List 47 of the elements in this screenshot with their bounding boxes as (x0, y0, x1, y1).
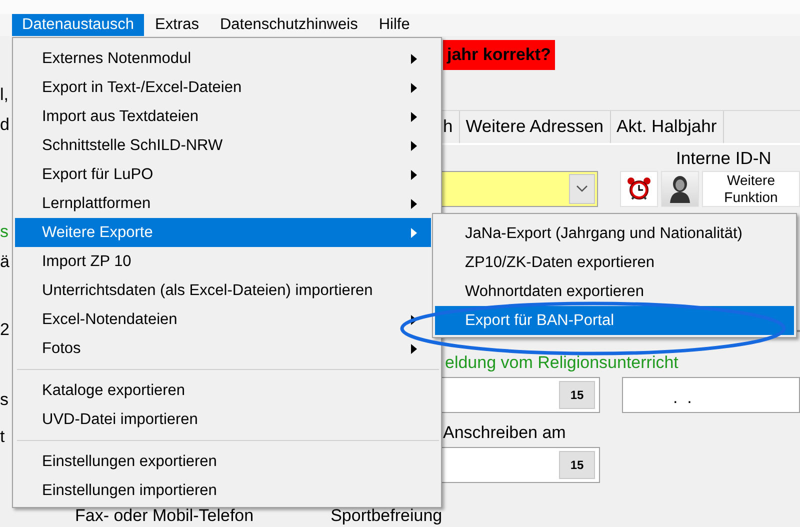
label-fragment: ä (0, 252, 10, 272)
label-fragment: s (0, 390, 10, 410)
menu-item[interactable]: Export für LuPO (15, 160, 431, 189)
letter-label: Anschreiben am (443, 423, 567, 444)
menu-item[interactable]: Import ZP 10 (15, 247, 431, 276)
person-button[interactable] (661, 171, 699, 207)
tab[interactable]: Weitere Adressen (460, 111, 611, 143)
phone-label: Fax- oder Mobil-Telefon (75, 506, 254, 527)
menu-item[interactable]: Einstellungen importieren (15, 476, 431, 505)
menu-item[interactable]: Schnittstelle SchILD-NRW (15, 131, 431, 160)
menu-item[interactable]: Export in Text-/Excel-Dateien (15, 73, 431, 102)
functions-button[interactable]: Weitere Funktion (702, 171, 800, 207)
label-fragment: t (0, 427, 6, 447)
menu-item[interactable]: Externes Notenmodul (15, 44, 431, 73)
menu-item[interactable]: Unterrichtsdaten (als Excel-Dateien) importieren (15, 276, 431, 305)
menu-item[interactable]: UVD-Datei importieren (15, 405, 431, 434)
label-fragment: d (0, 115, 10, 135)
religion-label: eldung vom Religionsunterricht (445, 353, 680, 374)
menu-bar-item[interactable]: Datenaustausch (12, 14, 144, 36)
warning-banner: jahr korrekt? (443, 40, 555, 70)
menu-item[interactable]: Export für BAN-Portal (435, 306, 794, 335)
menu-item[interactable]: Kataloge exportieren (15, 376, 431, 405)
alarm-clock-icon (626, 176, 652, 202)
label-fragment: 2 (0, 320, 10, 340)
alarm-clock-button[interactable] (620, 171, 658, 207)
date-field[interactable]: . . (622, 377, 800, 413)
menu-item[interactable]: ZP10/ZK-Daten exportieren (435, 248, 794, 277)
menu-item[interactable]: Lernplattformen (15, 189, 431, 218)
menu-item[interactable]: Fotos (15, 334, 431, 363)
chevron-down-icon (576, 185, 588, 193)
person-icon (669, 175, 691, 203)
date-field[interactable]: 15 (440, 447, 600, 483)
menu-bar-item[interactable]: Hilfe (368, 14, 420, 36)
calendar-button[interactable]: 15 (559, 451, 595, 479)
menu-item[interactable]: Import aus Textdateien (15, 102, 431, 131)
date-field[interactable]: 15 (440, 377, 600, 413)
label-fragment: s (0, 222, 10, 242)
menu-item[interactable]: Einstellungen exportieren (15, 447, 431, 476)
menu-item[interactable]: JaNa-Export (Jahrgang und Nationalität) (435, 219, 794, 248)
tab[interactable]: Akt. Halbjahr (610, 111, 724, 143)
menu-item[interactable]: Weitere Exporte (15, 218, 431, 247)
menu-bar-item[interactable]: Extras (145, 14, 209, 36)
calendar-button[interactable]: 15 (559, 381, 595, 409)
label-fragment: l, (0, 85, 10, 105)
menu-bar-item[interactable]: Datenschutzhinweis (210, 14, 368, 36)
id-label: Interne ID-N (676, 148, 772, 168)
sport-label: Sportbefreiung (330, 506, 442, 527)
